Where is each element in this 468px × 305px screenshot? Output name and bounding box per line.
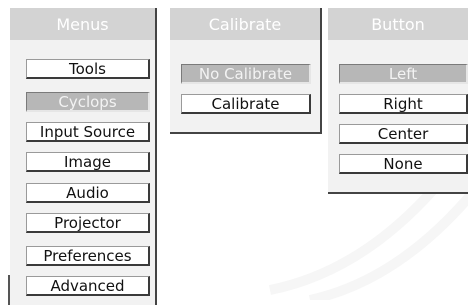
calibrate-option-no-calibrate[interactable]: No Calibrate: [181, 64, 311, 84]
button-option-label: Left: [388, 64, 418, 83]
menu-item-advanced[interactable]: Advanced: [26, 276, 150, 296]
calibrate-panel-shadow-right: [320, 8, 322, 134]
menu-item-input-source[interactable]: Input Source: [26, 122, 150, 142]
calibrate-panel-title: Calibrate: [170, 8, 320, 40]
menu-item-label: Preferences: [43, 246, 132, 265]
menu-item-image[interactable]: Image: [26, 152, 150, 172]
menu-item-audio[interactable]: Audio: [26, 183, 150, 203]
button-option-right[interactable]: Right: [339, 94, 468, 114]
menu-item-preferences[interactable]: Preferences: [26, 246, 150, 266]
menus-panel-body: Tools Cyclops Input Source Image Audio P…: [10, 40, 155, 305]
menu-item-label: Advanced: [50, 276, 125, 295]
menus-panel: Menus Tools Cyclops Input Source Image A…: [10, 8, 155, 305]
calibrate-panel-body: No Calibrate Calibrate: [170, 40, 320, 132]
button-option-label: Center: [377, 124, 429, 143]
button-panel-body: Left Right Center None: [328, 40, 468, 192]
button-panel-shadow-bottom: [328, 192, 468, 194]
menu-item-label: Cyclops: [58, 92, 117, 111]
screen: Menus Tools Cyclops Input Source Image A…: [0, 0, 468, 305]
calibrate-option-label: No Calibrate: [198, 64, 293, 83]
calibrate-panel-shadow-bottom: [170, 132, 322, 134]
button-option-label: None: [383, 154, 423, 173]
menu-item-label: Image: [64, 152, 111, 171]
menus-panel-left-edge: [8, 275, 10, 305]
menu-item-tools[interactable]: Tools: [26, 59, 150, 79]
button-option-label: Right: [383, 94, 423, 113]
button-panel: Button Left Right Center None: [328, 8, 468, 192]
menu-item-cyclops[interactable]: Cyclops: [26, 92, 150, 112]
menu-item-label: Tools: [69, 59, 106, 78]
menus-panel-title: Menus: [10, 8, 155, 40]
calibrate-option-calibrate[interactable]: Calibrate: [181, 94, 311, 114]
button-option-center[interactable]: Center: [339, 124, 468, 144]
button-option-left[interactable]: Left: [339, 64, 468, 84]
button-panel-title: Button: [328, 8, 468, 40]
menu-item-label: Input Source: [39, 122, 136, 141]
calibrate-option-label: Calibrate: [211, 94, 280, 113]
menu-item-label: Projector: [54, 213, 121, 232]
menu-item-label: Audio: [66, 183, 109, 202]
calibrate-panel: Calibrate No Calibrate Calibrate: [170, 8, 320, 132]
button-option-none[interactable]: None: [339, 154, 468, 174]
menu-item-projector[interactable]: Projector: [26, 213, 150, 233]
menus-panel-shadow: [155, 8, 157, 305]
